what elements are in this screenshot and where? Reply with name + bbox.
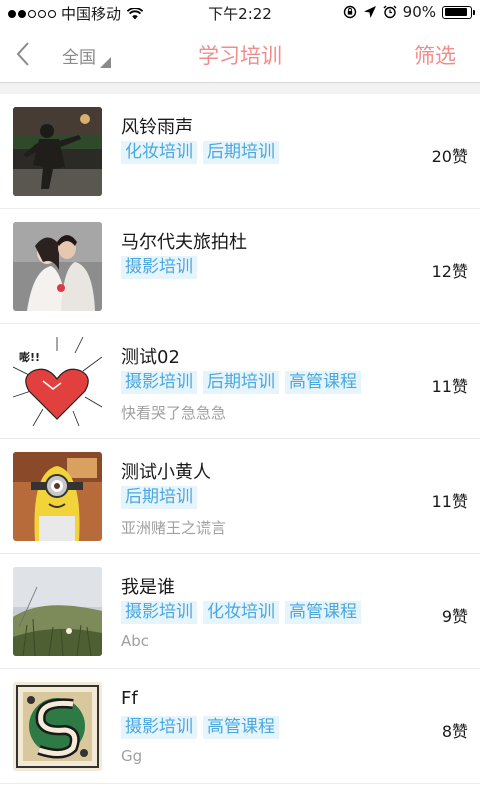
- item-subtitle: 快看哭了急急急: [121, 404, 227, 422]
- item-title: 测试小黄人: [121, 462, 211, 483]
- list-item[interactable]: 测试小黄人 后期培训 亚洲赌王之谎言 11赞: [0, 439, 480, 554]
- like-count: 12赞: [431, 262, 468, 281]
- thumbnail-image: [13, 452, 102, 541]
- item-title: Ff: [121, 688, 138, 709]
- tag: 化妆培训: [203, 601, 279, 624]
- tag: 摄影培训: [121, 256, 197, 279]
- tag: 摄影培训: [121, 601, 197, 624]
- tag-list: 摄影培训 后期培训 高管课程: [121, 371, 361, 394]
- thumbnail-image: 嘭!!: [13, 337, 102, 426]
- rotation-lock-icon: [343, 5, 356, 19]
- tag: 高管课程: [285, 371, 361, 394]
- tag-list: 化妆培训 后期培训: [121, 141, 279, 164]
- tag: 后期培训: [203, 371, 279, 394]
- item-title: 我是谁: [121, 577, 175, 598]
- tag-list: 摄影培训: [121, 256, 197, 279]
- tag-list: 后期培训: [121, 486, 197, 509]
- battery-percent: 90%: [402, 3, 436, 21]
- tag: 摄影培训: [121, 716, 197, 739]
- item-title: 马尔代夫旅拍杜: [121, 232, 247, 253]
- thumbnail-image: [13, 567, 102, 656]
- tag: 化妆培训: [121, 141, 197, 164]
- tag: 高管课程: [285, 601, 361, 624]
- list-item[interactable]: 马尔代夫旅拍杜 摄影培训 12赞: [0, 209, 480, 324]
- list-item[interactable]: 风铃雨声 化妆培训 后期培训 20赞: [0, 94, 480, 209]
- like-count: 8赞: [441, 722, 468, 741]
- tag-list: 摄影培训 化妆培训 高管课程: [121, 601, 361, 624]
- thumbnail-image: [13, 682, 102, 771]
- tag: 后期培训: [203, 141, 279, 164]
- page-title: 学习培训: [198, 44, 282, 68]
- item-subtitle: Abc: [121, 632, 150, 650]
- list-item[interactable]: 我是谁 摄影培训 化妆培训 高管课程 Abc 9赞: [0, 554, 480, 669]
- item-title: 测试02: [121, 347, 180, 368]
- item-subtitle: 亚洲赌王之谎言: [121, 519, 227, 537]
- section-separator: [0, 83, 480, 94]
- location-icon: [363, 6, 376, 18]
- item-subtitle: Gg: [121, 747, 143, 765]
- navigation-bar: 全国 学习培训 筛选: [0, 26, 480, 83]
- like-count: 11赞: [431, 492, 468, 511]
- battery-icon: [442, 5, 475, 19]
- tag-list: 摄影培训 高管课程: [121, 716, 279, 739]
- course-list: 风铃雨声 化妆培训 后期培训 20赞 马尔代夫旅拍杜 摄影培训 12赞 嘭!! …: [0, 94, 480, 784]
- tag: 后期培训: [121, 486, 197, 509]
- like-count: 20赞: [431, 147, 468, 166]
- thumbnail-image: [13, 222, 102, 311]
- alarm-icon: [383, 5, 397, 19]
- tag: 摄影培训: [121, 371, 197, 394]
- tag: 高管课程: [203, 716, 279, 739]
- list-item[interactable]: Ff 摄影培训 高管课程 Gg 8赞: [0, 669, 480, 784]
- item-title: 风铃雨声: [121, 117, 193, 138]
- svg-text:嘭!!: 嘭!!: [19, 350, 40, 364]
- status-bar-right: 90%: [343, 3, 475, 21]
- thumbnail-image: [13, 107, 102, 196]
- status-bar: 中国移动 下午2:22 90%: [0, 0, 480, 26]
- list-item[interactable]: 嘭!! 测试02 摄影培训 后期培训 高管课程 快看哭了急急急 11赞: [0, 324, 480, 439]
- filter-button[interactable]: 筛选: [414, 40, 456, 70]
- like-count: 11赞: [431, 377, 468, 396]
- like-count: 9赞: [441, 607, 468, 626]
